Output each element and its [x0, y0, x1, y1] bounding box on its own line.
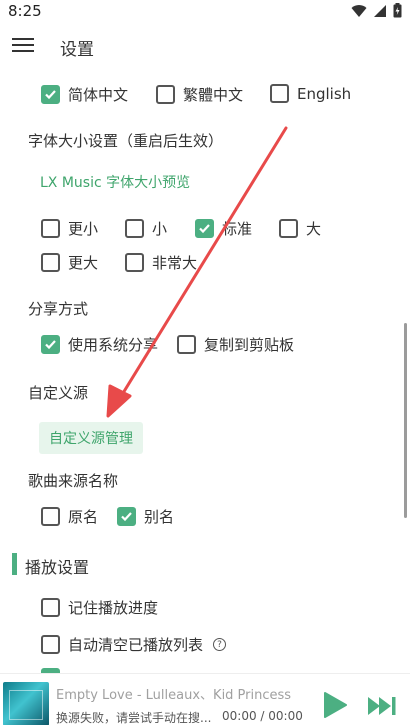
- menu-icon[interactable]: [12, 34, 34, 56]
- font-size-option-smaller[interactable]: 更小: [41, 218, 98, 239]
- scrollbar[interactable]: [404, 323, 407, 518]
- song-time: 00:00 / 00:00: [222, 709, 303, 723]
- font-size-option-small[interactable]: 小: [125, 218, 167, 239]
- checkbox-icon: [270, 84, 289, 103]
- source-name-option-original[interactable]: 原名: [41, 506, 98, 527]
- source-name-label: 歌曲来源名称: [28, 472, 119, 490]
- font-size-preview: LX Music 字体大小预览: [40, 175, 191, 191]
- checkbox-icon: [117, 507, 136, 526]
- signal-icon: [373, 3, 387, 22]
- language-option-label: 简体中文: [68, 86, 129, 104]
- font-size-option-label: 非常大: [152, 254, 198, 272]
- checkbox-icon: [156, 85, 175, 104]
- playback-option-label: 记住播放进度: [68, 599, 159, 617]
- checkbox-icon: [125, 253, 144, 272]
- battery-icon: [393, 3, 402, 22]
- album-cover[interactable]: [3, 682, 49, 725]
- language-option-label: 繁體中文: [183, 86, 244, 104]
- mini-player[interactable]: Empty Love - Lulleaux、Kid Princess 换源失败，…: [0, 673, 410, 725]
- font-size-option-label: 大: [306, 220, 322, 238]
- language-option-english[interactable]: English: [270, 84, 351, 103]
- next-track-icon[interactable]: [366, 695, 398, 717]
- font-size-option-label: 更大: [68, 254, 99, 272]
- checkbox-icon: [279, 219, 298, 238]
- checkbox-icon: [41, 219, 60, 238]
- font-size-option-label: 更小: [68, 220, 99, 238]
- settings-content[interactable]: 简体中文 繁體中文 English 字体大小设置（重启后生效） LX Music…: [0, 68, 410, 673]
- font-size-label: 字体大小设置（重启后生效）: [28, 132, 224, 150]
- wifi-icon: [351, 3, 367, 22]
- language-option-label: English: [297, 84, 352, 103]
- font-size-option-label: 标准: [222, 220, 253, 238]
- checkbox-icon: [41, 85, 60, 104]
- font-size-option-extra-large[interactable]: 非常大: [125, 252, 197, 273]
- source-name-option-label: 原名: [68, 508, 99, 526]
- font-size-option-standard[interactable]: 标准: [195, 218, 252, 239]
- share-option-clipboard[interactable]: 复制到剪贴板: [177, 334, 294, 355]
- checkbox-icon: [41, 635, 60, 654]
- status-time: 8:25: [8, 2, 42, 20]
- playback-option-auto-clear[interactable]: 自动清空已播放列表 ?: [41, 634, 227, 655]
- custom-source-label: 自定义源: [28, 384, 89, 402]
- source-name-option-label: 别名: [144, 508, 175, 526]
- checkbox-icon: [177, 335, 196, 354]
- playback-section-title: 播放设置: [25, 558, 90, 577]
- font-size-option-larger[interactable]: 更大: [41, 252, 98, 273]
- status-icons: [351, 3, 402, 22]
- playback-option-label: 自动清空已播放列表: [68, 636, 204, 654]
- help-icon[interactable]: ?: [213, 638, 227, 651]
- checkbox-icon: [41, 253, 60, 272]
- font-size-option-large[interactable]: 大: [279, 218, 321, 239]
- playback-option-remember-progress[interactable]: 记住播放进度: [41, 597, 158, 618]
- font-size-option-label: 小: [152, 220, 168, 238]
- song-title: Empty Love - Lulleaux、Kid Princess: [56, 688, 292, 703]
- share-option-system[interactable]: 使用系统分享: [41, 334, 158, 355]
- checkbox-icon: [125, 219, 144, 238]
- checkbox-icon: [41, 507, 60, 526]
- share-option-label: 使用系统分享: [68, 336, 159, 354]
- language-option-simplified[interactable]: 简体中文: [41, 84, 128, 105]
- status-bar: 8:25: [0, 0, 410, 24]
- checkbox-icon: [41, 598, 60, 617]
- page-title: 设置: [60, 40, 94, 60]
- checkbox-icon: [195, 219, 214, 238]
- play-icon[interactable]: [322, 692, 348, 718]
- language-option-traditional[interactable]: 繁體中文: [156, 84, 243, 105]
- song-status: 换源失败，请尝试手动在搜...: [56, 711, 212, 725]
- share-option-label: 复制到剪贴板: [204, 336, 295, 354]
- app-header: 设置: [0, 24, 410, 68]
- custom-source-manage-button[interactable]: 自定义源管理: [39, 422, 143, 454]
- section-marker: [12, 553, 17, 575]
- checkbox-icon: [41, 335, 60, 354]
- source-name-option-alias[interactable]: 别名: [117, 506, 174, 527]
- share-label: 分享方式: [28, 300, 89, 318]
